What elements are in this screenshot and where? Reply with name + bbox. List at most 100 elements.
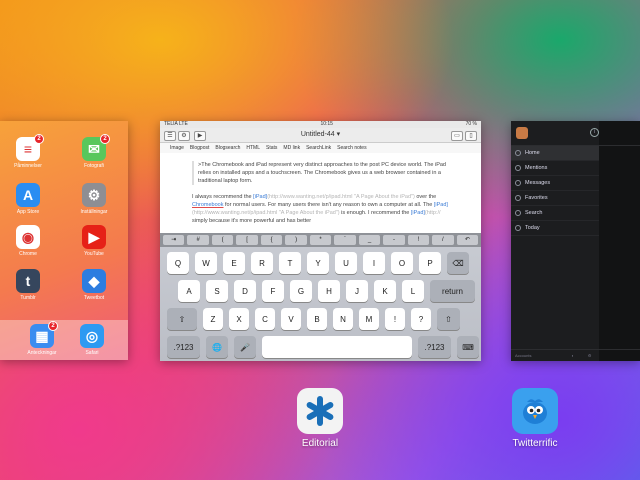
extra-key[interactable]: - [383, 235, 405, 245]
keyboard-key[interactable]: ⇧ [437, 308, 460, 330]
keyboard-key[interactable]: ! [385, 308, 405, 330]
app-icon[interactable]: ✉ 2 [82, 134, 110, 161]
home-app[interactable]: ⚙ Inställningar [74, 183, 114, 215]
home-app[interactable]: ◉ Chrome [8, 225, 48, 257]
home-app[interactable]: ▦ 2 Anteckningar [22, 321, 62, 356]
workflow-button[interactable]: Search notes [337, 145, 366, 151]
keyboard-key[interactable]: D [234, 280, 256, 302]
info-icon[interactable]: i [590, 128, 599, 137]
app-icon[interactable]: ▶ [82, 225, 106, 249]
keyboard-key[interactable]: A [178, 280, 200, 302]
keyboard-key[interactable]: H [318, 280, 340, 302]
keyboard-key[interactable]: M [359, 308, 379, 330]
keyboard-key[interactable]: R [251, 252, 273, 274]
workflow-button[interactable]: HTML [246, 145, 260, 151]
home-screen-card[interactable]: ≡ 2 Påminnelser ✉ 2 Fotografi A App Store ⚙ Instä… [0, 121, 128, 360]
avatar[interactable] [516, 127, 528, 139]
keyboard-key[interactable] [262, 336, 412, 358]
keyboard-key[interactable]: K [374, 280, 396, 302]
keyboard-key[interactable]: C [255, 308, 275, 330]
app-icon[interactable]: ◉ [16, 225, 40, 249]
keyboard-key[interactable]: ⇧ [167, 308, 197, 330]
extra-key[interactable]: ) [285, 235, 307, 245]
extra-key[interactable]: ` [334, 235, 356, 245]
home-app[interactable]: ✉ 2 Fotografi [74, 134, 114, 169]
sidebar-item[interactable]: Messages [511, 176, 599, 191]
sidebar-item[interactable]: Home [511, 146, 599, 161]
keyboard-key[interactable]: return [430, 280, 475, 302]
keyboard-key[interactable]: B [307, 308, 327, 330]
keyboard-key[interactable]: E [223, 252, 245, 274]
extra-key[interactable]: { [260, 235, 283, 245]
home-app[interactable]: A App Store [8, 183, 48, 215]
keyboard-key[interactable]: N [333, 308, 353, 330]
home-app[interactable]: ▶ YouTube [74, 225, 114, 257]
keyboard-key[interactable]: I [363, 252, 385, 274]
sidebar-item[interactable]: Today [511, 221, 599, 236]
twitterrific-app-icon[interactable] [512, 388, 558, 434]
keyboard-key[interactable]: P [419, 252, 441, 274]
keyboard-key[interactable]: J [346, 280, 368, 302]
keyboard-key[interactable]: L [402, 280, 424, 302]
app-icon[interactable]: ⚙ [82, 183, 106, 207]
editorial-switcher-item[interactable]: Editorial [290, 388, 350, 449]
extra-key[interactable]: ! [407, 235, 430, 245]
editorial-app-icon[interactable] [297, 388, 343, 434]
keyboard-key[interactable]: Z [203, 308, 223, 330]
keyboard-key[interactable]: ⌨ [457, 336, 479, 358]
keyboard-key[interactable]: ? [411, 308, 431, 330]
sidebar-item[interactable]: Search [511, 206, 599, 221]
keyboard-key[interactable]: X [229, 308, 249, 330]
keyboard-key[interactable]: 🌐 [206, 336, 228, 358]
extra-key[interactable]: _ [358, 235, 381, 245]
extra-key[interactable]: * [309, 235, 332, 245]
workflow-button[interactable]: MD link [283, 145, 300, 151]
extra-key[interactable]: ( [211, 235, 234, 245]
keyboard-key[interactable]: .?123 [418, 336, 451, 358]
app-icon[interactable]: t [16, 269, 40, 293]
accounts-link[interactable]: Accounts [515, 353, 531, 358]
home-app[interactable]: ≡ 2 Påminnelser [8, 134, 48, 169]
settings-icon[interactable]: ⚙ [588, 353, 592, 358]
workflow-button[interactable]: SearchLink [306, 145, 331, 151]
keyboard-key[interactable]: .?123 [167, 336, 200, 358]
theme-icon[interactable]: ◐ [571, 353, 573, 358]
extra-key[interactable]: ⇥ [163, 235, 185, 245]
keyboard-key[interactable]: W [195, 252, 217, 274]
keyboard-key[interactable]: Y [307, 252, 329, 274]
keyboard-key[interactable]: V [281, 308, 301, 330]
keyboard-key[interactable]: U [335, 252, 357, 274]
app-icon[interactable]: ◎ [80, 324, 104, 348]
extra-key[interactable]: [ [236, 235, 258, 245]
keyboard-key[interactable]: S [206, 280, 228, 302]
workflow-button[interactable]: Blogpost [190, 145, 209, 151]
sidebar-item[interactable]: Favorites [511, 191, 599, 206]
keyboard-key[interactable]: 🎤 [234, 336, 256, 358]
extra-key[interactable]: ↶ [456, 235, 479, 245]
keyboard-key[interactable]: G [290, 280, 312, 302]
keyboard-key[interactable]: O [391, 252, 413, 274]
keyboard-key[interactable]: ⌫ [447, 252, 469, 274]
keyboard-key[interactable]: F [262, 280, 284, 302]
app-icon[interactable]: A [16, 183, 40, 207]
preview-icon[interactable]: ▭ [451, 131, 463, 141]
app-icon[interactable]: ◆ [82, 269, 106, 293]
extra-key[interactable]: # [187, 235, 209, 245]
keyboard-key[interactable]: T [279, 252, 301, 274]
keyboard-key[interactable]: Q [167, 252, 189, 274]
panel-icon[interactable]: ▯ [465, 131, 477, 141]
twitterrific-app-card[interactable]: i Home Mentions Messages Favorites Search Tod… [511, 121, 640, 361]
app-icon[interactable]: ≡ 2 [16, 134, 44, 161]
home-app[interactable]: ◎ Safari [72, 324, 112, 356]
workflow-button[interactable]: Image [170, 145, 184, 151]
document-text[interactable]: >The Chromebook and iPad represent very … [160, 153, 481, 233]
home-app[interactable]: ◆ Tweetbot [74, 269, 114, 301]
home-app[interactable]: t Tumblr [8, 269, 48, 301]
workflow-button[interactable]: Blogsearch [215, 145, 240, 151]
extra-key[interactable]: / [432, 235, 454, 245]
editorial-app-card[interactable]: TELIA LTE 10:15 70 % ☰ ⚙ ▶ Untitled-44 ▾… [160, 121, 481, 361]
workflow-button[interactable]: Stats [266, 145, 277, 151]
app-icon[interactable]: ▦ 2 [30, 321, 58, 348]
document-title[interactable]: Untitled-44 ▾ [160, 130, 481, 138]
twitterrific-switcher-item[interactable]: Twitterrific [505, 388, 565, 449]
